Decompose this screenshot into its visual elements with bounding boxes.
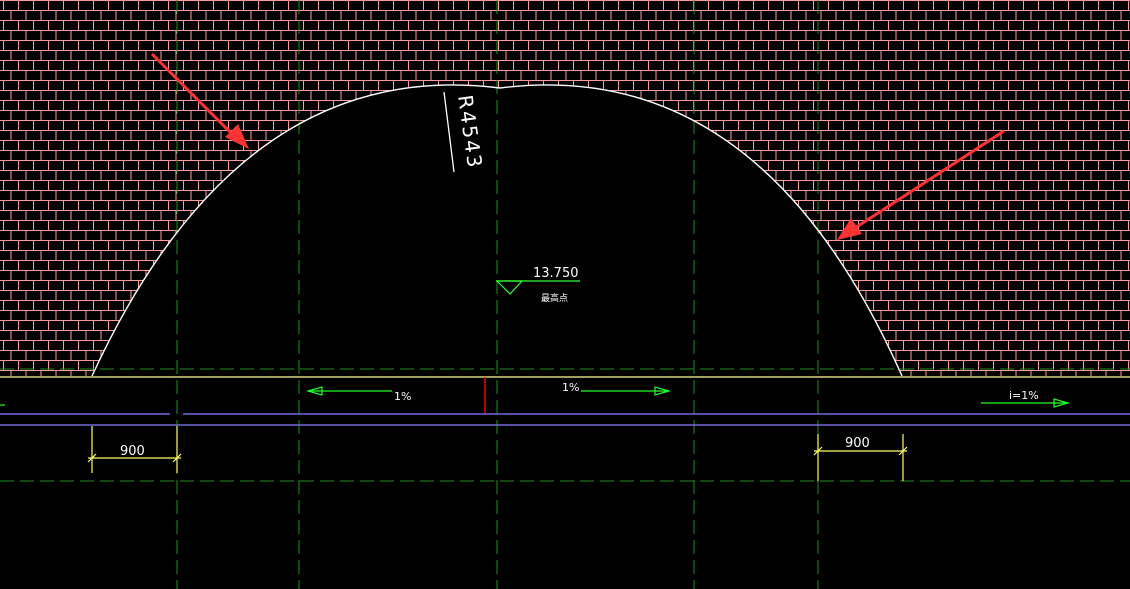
slope-label: 1% bbox=[562, 381, 579, 394]
slope-label: i=1% bbox=[1009, 389, 1039, 402]
elevation-note: 最高点 bbox=[541, 292, 568, 304]
slope-far-right: i=1% bbox=[981, 389, 1071, 408]
dimension-left: 900 bbox=[87, 426, 182, 473]
radius-leader-line bbox=[443, 91, 455, 173]
slope-left: 1% bbox=[305, 386, 411, 403]
elevation-triangle-icon bbox=[495, 280, 524, 295]
radius-label: R4543 bbox=[453, 93, 487, 170]
elevation-marker: 13.750 最高点 bbox=[495, 266, 580, 304]
elevation-value: 13.750 bbox=[533, 266, 579, 281]
brick-hatch-area bbox=[0, 0, 1130, 376]
cad-drawing-canvas: R4543 13.750 最高点 1% 1% i=1% 900 900 bbox=[0, 0, 1130, 589]
dimension-label: 900 bbox=[845, 436, 870, 451]
dimension-right: 900 bbox=[813, 434, 908, 481]
pipe-lines bbox=[0, 413, 1130, 426]
slope-label: 1% bbox=[394, 390, 411, 403]
dimension-label: 900 bbox=[120, 444, 145, 459]
slope-right: 1% bbox=[562, 381, 672, 396]
